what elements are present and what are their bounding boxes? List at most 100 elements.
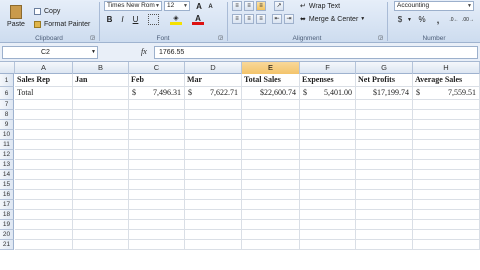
grow-font-button[interactable]: A <box>194 1 204 11</box>
cell-h11[interactable] <box>413 140 480 150</box>
cell-a8[interactable] <box>15 110 73 120</box>
cell-e21[interactable] <box>242 240 300 250</box>
column-header-g[interactable]: G <box>356 62 413 74</box>
cell-h17[interactable] <box>413 200 480 210</box>
column-header-b[interactable]: B <box>73 62 129 74</box>
align-middle-icon[interactable]: ≡ <box>244 1 254 11</box>
row-header[interactable]: 11 <box>0 140 14 150</box>
align-left-icon[interactable]: ≡ <box>232 14 242 24</box>
cell-h16[interactable] <box>413 190 480 200</box>
cell-a14[interactable] <box>15 170 73 180</box>
chevron-down-icon[interactable]: ▼ <box>407 17 412 23</box>
cell-c20[interactable] <box>129 230 185 240</box>
alignment-launcher-icon[interactable]: ◲ <box>378 35 383 41</box>
row-header[interactable]: 7 <box>0 100 14 110</box>
font-name-dropdown[interactable]: Times New Rom ▼ <box>104 1 162 11</box>
cell-b13[interactable] <box>73 160 129 170</box>
cell-a18[interactable] <box>15 210 73 220</box>
cell-d19[interactable] <box>185 220 242 230</box>
cell-d14[interactable] <box>185 170 242 180</box>
clipboard-launcher-icon[interactable]: ◲ <box>90 35 95 41</box>
cell-f15[interactable] <box>300 180 356 190</box>
cell-g9[interactable] <box>356 120 413 130</box>
cell-a16[interactable] <box>15 190 73 200</box>
cell-a11[interactable] <box>15 140 73 150</box>
cell-a15[interactable] <box>15 180 73 190</box>
cell-d21[interactable] <box>185 240 242 250</box>
cell-a12[interactable] <box>15 150 73 160</box>
row-header[interactable]: 17 <box>0 200 14 210</box>
bold-button[interactable]: B <box>104 14 115 25</box>
cell-a7[interactable] <box>15 100 73 110</box>
cell-a21[interactable] <box>15 240 73 250</box>
align-center-icon[interactable]: ≡ <box>244 14 254 24</box>
percent-button[interactable]: % <box>416 14 428 25</box>
cell-e16[interactable] <box>242 190 300 200</box>
cell-b11[interactable] <box>73 140 129 150</box>
borders-icon[interactable] <box>148 14 159 25</box>
cell-e15[interactable] <box>242 180 300 190</box>
cell-c8[interactable] <box>129 110 185 120</box>
cell-b19[interactable] <box>73 220 129 230</box>
cell-b15[interactable] <box>73 180 129 190</box>
cell-e14[interactable] <box>242 170 300 180</box>
cell-g12[interactable] <box>356 150 413 160</box>
cell-f6[interactable]: $5,401.00 <box>300 87 356 100</box>
cell-g1[interactable]: Net Profits <box>356 74 413 87</box>
cell-f12[interactable] <box>300 150 356 160</box>
cell-d20[interactable] <box>185 230 242 240</box>
cell-b8[interactable] <box>73 110 129 120</box>
cell-h8[interactable] <box>413 110 480 120</box>
cell-g10[interactable] <box>356 130 413 140</box>
chevron-down-icon[interactable]: ▼ <box>91 49 96 55</box>
cell-h12[interactable] <box>413 150 480 160</box>
cell-d9[interactable] <box>185 120 242 130</box>
row-header[interactable]: 10 <box>0 130 14 140</box>
align-right-icon[interactable]: ≡ <box>256 14 266 24</box>
shrink-font-button[interactable]: A <box>206 2 215 11</box>
cell-d10[interactable] <box>185 130 242 140</box>
cell-e7[interactable] <box>242 100 300 110</box>
row-header[interactable]: 13 <box>0 160 14 170</box>
cell-g7[interactable] <box>356 100 413 110</box>
cell-c10[interactable] <box>129 130 185 140</box>
cell-e18[interactable] <box>242 210 300 220</box>
cell-g19[interactable] <box>356 220 413 230</box>
cell-e20[interactable] <box>242 230 300 240</box>
wrap-text-button[interactable]: ↵ Wrap Text <box>300 1 340 11</box>
cell-f17[interactable] <box>300 200 356 210</box>
cell-g8[interactable] <box>356 110 413 120</box>
orientation-icon[interactable]: ↗ <box>274 1 284 11</box>
row-header[interactable]: 19 <box>0 220 14 230</box>
cell-b6[interactable] <box>73 87 129 100</box>
cell-g17[interactable] <box>356 200 413 210</box>
cell-f8[interactable] <box>300 110 356 120</box>
cell-d11[interactable] <box>185 140 242 150</box>
cell-c13[interactable] <box>129 160 185 170</box>
cell-h1[interactable]: Average Sales <box>413 74 480 87</box>
cell-c7[interactable] <box>129 100 185 110</box>
align-bottom-icon[interactable]: ≡ <box>256 1 266 11</box>
decrease-indent-icon[interactable]: ⇤ <box>272 14 282 24</box>
row-header[interactable]: 20 <box>0 230 14 240</box>
cell-b14[interactable] <box>73 170 129 180</box>
cell-h7[interactable] <box>413 100 480 110</box>
decrease-decimal-icon[interactable]: .00→ <box>462 14 474 25</box>
cell-c17[interactable] <box>129 200 185 210</box>
cell-g15[interactable] <box>356 180 413 190</box>
row-header[interactable]: 12 <box>0 150 14 160</box>
row-header[interactable]: 1 <box>0 74 14 87</box>
cell-d7[interactable] <box>185 100 242 110</box>
cell-h20[interactable] <box>413 230 480 240</box>
cell-f10[interactable] <box>300 130 356 140</box>
cell-e8[interactable] <box>242 110 300 120</box>
column-header-f[interactable]: F <box>300 62 356 74</box>
cell-g13[interactable] <box>356 160 413 170</box>
cell-h18[interactable] <box>413 210 480 220</box>
cell-h13[interactable] <box>413 160 480 170</box>
cell-e9[interactable] <box>242 120 300 130</box>
cell-f13[interactable] <box>300 160 356 170</box>
row-header[interactable]: 18 <box>0 210 14 220</box>
row-header[interactable]: 8 <box>0 110 14 120</box>
cell-d13[interactable] <box>185 160 242 170</box>
